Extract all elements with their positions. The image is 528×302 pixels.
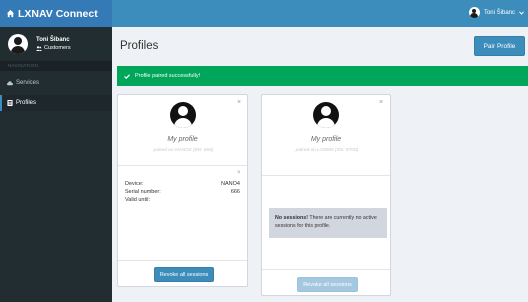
close-icon[interactable]: × (379, 99, 383, 106)
user-menu[interactable]: Toni Šibanc (468, 7, 524, 18)
id-card-icon (7, 100, 13, 106)
alert-text: Profile paired successfully! (135, 73, 201, 79)
divider (262, 175, 390, 176)
divider (262, 269, 390, 270)
no-sessions-notice: No sessions! There are currently no acti… (269, 208, 387, 238)
no-sessions-title: No sessions! (275, 215, 308, 221)
profile-avatar-icon (313, 102, 339, 128)
users-icon (36, 45, 42, 51)
sidebar-item-services[interactable]: Services (0, 75, 112, 91)
profile-avatar-icon (170, 102, 196, 128)
user-name: Toni Šibanc (36, 37, 70, 43)
sidebar-item-label: Profiles (16, 100, 37, 106)
serial-value: 666 (230, 189, 240, 195)
divider (118, 260, 247, 261)
close-icon[interactable]: × (237, 170, 241, 176)
profile-card: × My profile paired on LX9000 (SN: 8700)… (261, 94, 391, 296)
avatar (468, 7, 480, 18)
profile-card: × My profile paired on NANO4 (SN: 666) ×… (117, 94, 248, 287)
device-label: Device: (125, 181, 144, 187)
profile-name: My profile (167, 136, 198, 143)
user-panel: Toni Šibanc Customers (0, 27, 112, 61)
avatar (8, 34, 28, 54)
valid-until-label: Valid until: (125, 197, 150, 203)
page-title: Profiles (120, 40, 159, 52)
check-icon (124, 73, 130, 79)
revoke-sessions-button[interactable]: Revoke all sessions (297, 277, 358, 292)
sidebar: LXNAV Connect Toni Šibanc Customers NAVI… (0, 0, 112, 302)
brand-bar[interactable]: LXNAV Connect (0, 0, 112, 27)
top-navbar: Toni Šibanc (112, 0, 528, 27)
sidebar-item-profiles[interactable]: Profiles (0, 95, 112, 111)
pair-profile-button[interactable]: Pair Profile (474, 36, 525, 56)
cloud-icon (7, 81, 13, 86)
serial-label: Serial number: (125, 189, 161, 195)
device-value: NANO4 (221, 181, 240, 187)
brand-name: LXNAV Connect (18, 7, 98, 20)
nav-header: NAVIGATION (0, 61, 112, 71)
chevron-down-icon (519, 10, 524, 15)
close-icon[interactable]: × (237, 99, 241, 106)
divider (118, 165, 247, 166)
profile-paired-on: paired on LX9000 (SN: 8700) (295, 148, 359, 153)
user-role-label: Customers (44, 45, 71, 51)
success-alert: Profile paired successfully! (117, 66, 528, 86)
home-icon (6, 9, 15, 18)
profile-name: My profile (310, 136, 342, 143)
top-user-name: Toni Šibanc (483, 9, 515, 16)
profile-paired-on: paired on NANO4 (SN: 666) (153, 148, 214, 153)
user-role: Customers (36, 44, 71, 52)
revoke-sessions-button[interactable]: Revoke all sessions (154, 267, 214, 282)
sidebar-item-label: Services (16, 80, 40, 86)
